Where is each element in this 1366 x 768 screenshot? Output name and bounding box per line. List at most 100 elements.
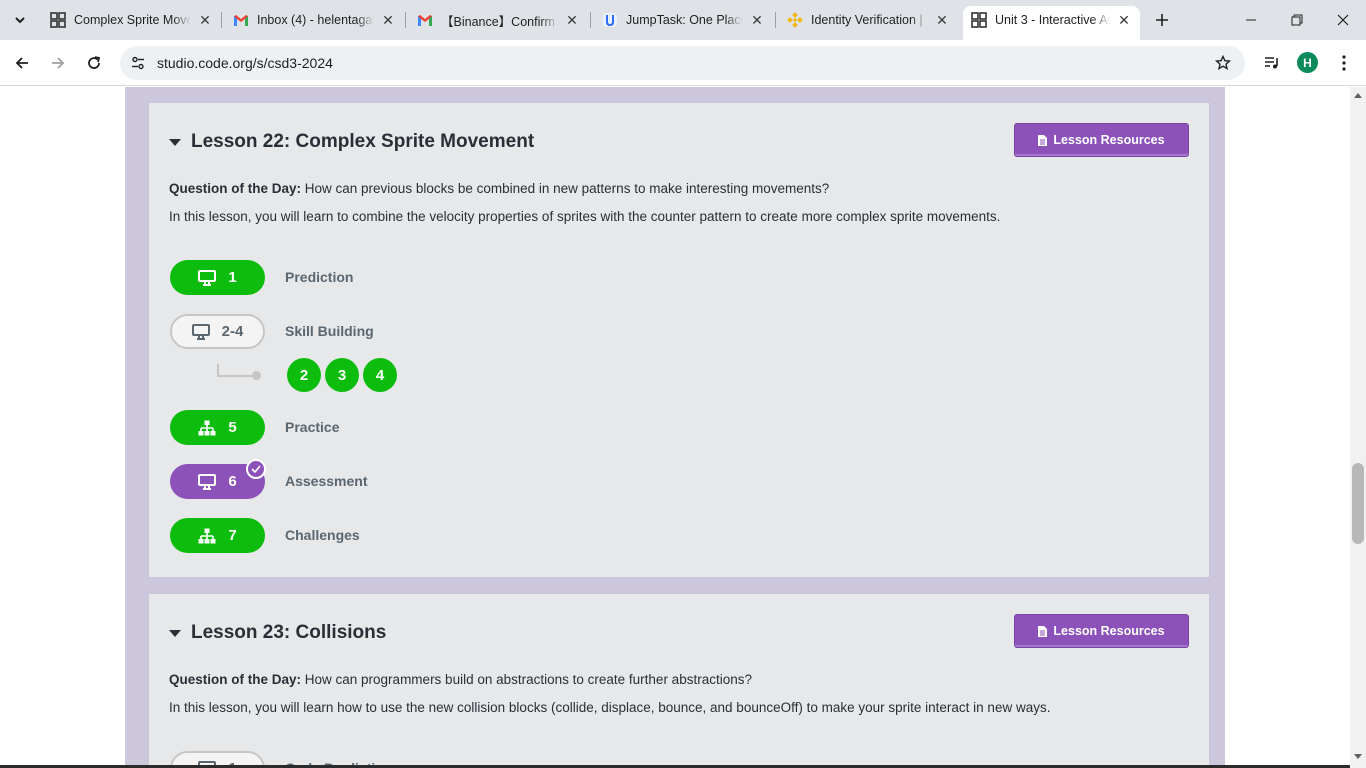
- bookmark-star-icon[interactable]: [1213, 53, 1233, 73]
- qod-label: Question of the Day:: [169, 181, 302, 196]
- file-icon: [1038, 134, 1048, 146]
- tab-complex-sprite[interactable]: Complex Sprite Movement ✕: [44, 6, 219, 34]
- lesson-description: In this lesson, you will learn how to us…: [169, 700, 1051, 715]
- lesson-header[interactable]: Lesson 23: Collisions: [169, 622, 386, 644]
- tab-binance-confirm[interactable]: 【Binance】Confirm Your ✕: [411, 6, 586, 34]
- plus-icon: [1156, 14, 1168, 26]
- restore-icon: [1291, 14, 1303, 26]
- qod-label: Question of the Day:: [169, 672, 302, 687]
- lesson-resources-button[interactable]: Lesson Resources: [1014, 123, 1189, 157]
- close-window-button[interactable]: [1320, 0, 1366, 40]
- activity-bubble-7[interactable]: 7: [170, 518, 265, 553]
- more-vertical-icon: [1342, 55, 1346, 71]
- scroll-thumb[interactable]: [1352, 463, 1364, 544]
- lesson-card-22: Lesson 22: Complex Sprite Movement Lesso…: [148, 102, 1210, 578]
- tab-title: 【Binance】Confirm Your: [441, 14, 558, 29]
- activity-label[interactable]: Prediction: [285, 269, 353, 285]
- back-button[interactable]: [6, 47, 38, 79]
- code-org-icon: [971, 12, 987, 28]
- scroll-down-arrow-icon[interactable]: [1354, 754, 1362, 759]
- desktop-icon: [198, 269, 217, 286]
- page-content: Lesson 22: Complex Sprite Movement Lesso…: [0, 87, 1350, 768]
- lesson-header[interactable]: Lesson 22: Complex Sprite Movement: [169, 131, 534, 153]
- browser-menu-button[interactable]: [1331, 50, 1357, 76]
- sitemap-icon: [198, 420, 216, 435]
- lesson-description: In this lesson, you will learn to combin…: [169, 209, 1001, 224]
- close-icon[interactable]: ✕: [1116, 12, 1132, 28]
- tab-search-button[interactable]: [8, 8, 32, 32]
- reload-button[interactable]: [78, 47, 110, 79]
- qod-text: How can previous blocks be combined in n…: [301, 181, 830, 196]
- gmail-icon: [417, 12, 433, 28]
- lesson-title[interactable]: Lesson 22: Complex Sprite Movement: [191, 131, 534, 153]
- tab-title: Complex Sprite Movement: [74, 13, 191, 27]
- activity-label[interactable]: Skill Building: [285, 323, 374, 339]
- binance-icon: [787, 12, 803, 28]
- minimize-button[interactable]: [1228, 0, 1274, 40]
- url-text: studio.code.org/s/csd3-2024: [157, 55, 333, 71]
- file-icon: [1038, 625, 1048, 637]
- tab-separator: [775, 12, 776, 28]
- lesson-card-23: Lesson 23: Collisions Lesson Resources Q…: [148, 593, 1210, 768]
- tab-strip: Complex Sprite Movement ✕ Inbox (4) - he…: [0, 0, 1366, 40]
- tab-separator: [405, 12, 406, 28]
- forward-button[interactable]: [42, 47, 74, 79]
- reload-icon: [88, 56, 101, 69]
- chevron-down-icon: [15, 17, 25, 24]
- gmail-icon: [233, 12, 249, 28]
- media-control-button[interactable]: [1259, 50, 1285, 76]
- activity-label[interactable]: Practice: [285, 419, 339, 435]
- tab-separator: [590, 12, 591, 28]
- qod-text: How can programmers build on abstraction…: [301, 672, 752, 687]
- tab-jumptask[interactable]: JumpTask: One Place ✕: [596, 6, 771, 34]
- caret-down-icon[interactable]: [169, 629, 181, 637]
- activity-label[interactable]: Challenges: [285, 527, 360, 543]
- tab-title: Identity Verification |: [811, 13, 923, 27]
- code-org-icon: [50, 12, 66, 28]
- arrow-right-icon: [52, 57, 65, 69]
- sublevel-bubble[interactable]: 3: [325, 358, 359, 392]
- check-icon: [246, 459, 266, 479]
- queue-music-icon: [1265, 57, 1278, 69]
- activity-bubble-1[interactable]: 1: [170, 260, 265, 295]
- close-icon[interactable]: ✕: [380, 12, 396, 28]
- sublevel-connector: [217, 364, 257, 377]
- restore-button[interactable]: [1274, 0, 1320, 40]
- activity-bubble-2-4[interactable]: 2-4: [170, 314, 265, 349]
- scroll-up-arrow-icon[interactable]: [1354, 93, 1362, 98]
- arrow-left-icon: [15, 57, 28, 69]
- activity-number: 6: [228, 473, 237, 490]
- site-info-icon[interactable]: [128, 53, 148, 73]
- tab-title: Unit 3 - Interactive Animations: [995, 13, 1110, 27]
- address-bar[interactable]: studio.code.org/s/csd3-2024: [120, 46, 1245, 80]
- tab-identity-verification[interactable]: Identity Verification | ✕: [781, 6, 956, 34]
- desktop-icon: [198, 473, 217, 490]
- sitemap-icon: [198, 528, 216, 543]
- sublevel-bubble[interactable]: 2: [287, 358, 321, 392]
- sublevel-bubble[interactable]: 4: [363, 358, 397, 392]
- activity-number: 1: [228, 269, 237, 286]
- tab-title: JumpTask: One Place: [626, 13, 743, 27]
- page-scrollbar[interactable]: [1350, 87, 1366, 768]
- jumptask-icon: [602, 12, 618, 28]
- tab-title: Inbox (4) - helentagay: [257, 13, 374, 27]
- tab-unit-3-active[interactable]: Unit 3 - Interactive Animations ✕: [963, 6, 1140, 40]
- tab-gmail-inbox[interactable]: Inbox (4) - helentagay ✕: [227, 6, 402, 34]
- button-label: Lesson Resources: [1053, 133, 1165, 147]
- new-tab-button[interactable]: [1150, 8, 1174, 32]
- close-icon[interactable]: ✕: [934, 12, 950, 28]
- lesson-title[interactable]: Lesson 23: Collisions: [191, 622, 386, 644]
- browser-toolbar: studio.code.org/s/csd3-2024: [0, 40, 1366, 86]
- close-icon[interactable]: ✕: [197, 12, 213, 28]
- lesson-resources-button[interactable]: Lesson Resources: [1014, 614, 1189, 648]
- activity-bubble-5[interactable]: 5: [170, 410, 265, 445]
- activity-label[interactable]: Assessment: [285, 473, 368, 489]
- tab-separator: [221, 12, 222, 28]
- profile-avatar[interactable]: H: [1297, 52, 1318, 73]
- close-icon[interactable]: ✕: [564, 12, 580, 28]
- activity-number: 7: [228, 527, 237, 544]
- caret-down-icon[interactable]: [169, 138, 181, 146]
- close-icon[interactable]: ✕: [749, 12, 765, 28]
- desktop-icon: [191, 323, 210, 340]
- minimize-icon: [1246, 19, 1256, 21]
